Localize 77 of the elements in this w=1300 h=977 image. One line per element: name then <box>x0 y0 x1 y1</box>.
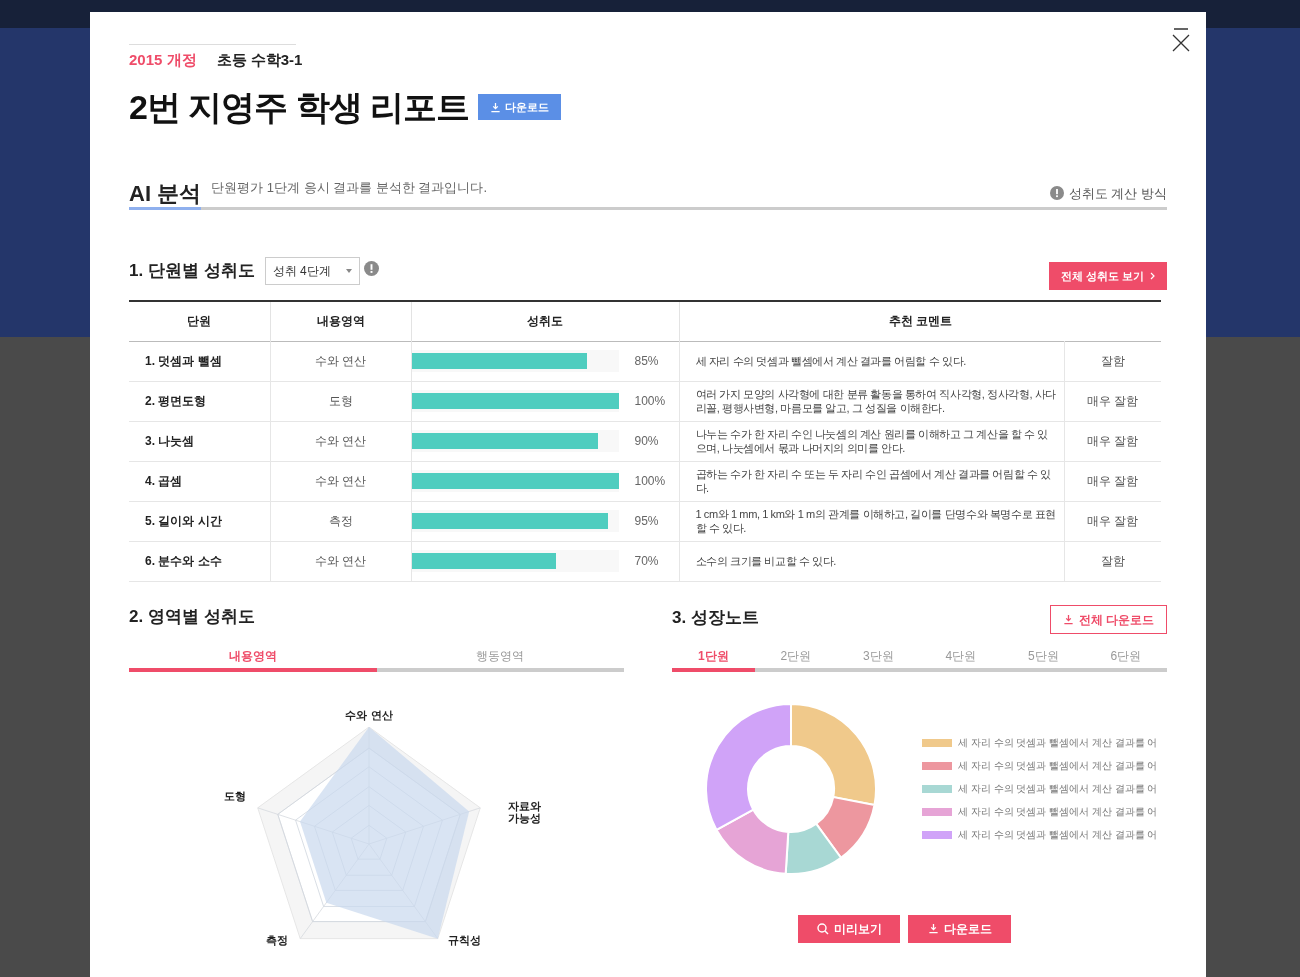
percent-text: 95% <box>634 513 659 530</box>
area-cell: 수와 연산 <box>270 541 411 581</box>
legend-label: 세 자리 수의 덧셈과 뺄셈에서 계산 결과를 어 <box>958 828 1158 842</box>
area-tab[interactable]: 행동영역 <box>376 643 624 672</box>
unit-tab[interactable]: 1단원 <box>672 643 755 672</box>
unit-tab[interactable]: 4단원 <box>919 643 1002 672</box>
percent-text: 100% <box>634 393 666 410</box>
info-icon <box>363 260 379 276</box>
comment-cell: 여러 가지 모양의 사각형에 대한 분류 활동을 통하여 직사각형, 정사각형, 사다리꼴, 평행사변형, 마름모를 알고, 그 성질을 이해한다. <box>679 381 1064 421</box>
report-title: 2번 지영주 학생 리포트 <box>129 86 470 128</box>
grade-cell: 잘함 <box>1064 341 1161 381</box>
percent-text: 85% <box>634 353 659 370</box>
method-link[interactable]: 성취도 계산 방식 <box>1049 183 1167 203</box>
area-tab[interactable]: 내용영역 <box>129 643 377 672</box>
unit-cell: 1. 덧셈과 뺄셈 <box>129 341 270 381</box>
area-cell: 수와 연산 <box>270 421 411 461</box>
unit-cell: 5. 길이와 시간 <box>129 501 270 541</box>
column-header: 성취도 <box>411 301 679 341</box>
radar-axis-label: 수와 연산 <box>345 708 393 721</box>
legend-label: 세 자리 수의 덧셈과 뺄셈에서 계산 결과를 어 <box>958 736 1158 750</box>
unit-tab[interactable]: 2단원 <box>754 643 837 672</box>
unit-tab[interactable]: 5단원 <box>1002 643 1085 672</box>
grade-cell: 매우 잘함 <box>1064 381 1161 421</box>
unit-cell: 6. 분수와 소수 <box>129 541 270 581</box>
unit-tab[interactable]: 6단원 <box>1084 643 1167 672</box>
download-icon <box>927 923 939 934</box>
view-all-button[interactable]: 전체 성취도 보기 <box>1048 262 1167 290</box>
close-icon <box>1172 28 1190 52</box>
unit-cell: 4. 곱셈 <box>129 461 270 501</box>
radar-axis-label: 규칙성 <box>447 934 481 947</box>
caret-icon <box>345 269 352 273</box>
stage-select[interactable]: 성취 4단계 <box>264 257 360 285</box>
download-icon <box>490 101 502 113</box>
legend-label: 세 자리 수의 덧셈과 뺄셈에서 계산 결과를 어 <box>958 759 1158 773</box>
grade-cell: 잘함 <box>1064 541 1161 581</box>
radar-axis-label: 도형 <box>223 790 246 803</box>
column-header: 추천 코멘트 <box>679 301 1161 341</box>
chevron-right-icon <box>1150 272 1155 280</box>
search-icon <box>816 922 829 935</box>
subject-label: 초등 수학3-1 <box>216 50 303 70</box>
download-button[interactable]: 다운로드 <box>478 94 562 120</box>
area-cell: 측정 <box>270 501 411 541</box>
unit-cell: 3. 나눗셈 <box>129 421 270 461</box>
download-button[interactable]: 다운로드 <box>908 914 1011 943</box>
info-icon <box>1049 186 1064 201</box>
comment-cell: 소수의 크기를 비교할 수 있다. <box>679 541 1064 581</box>
comment-cell: 곱하는 수가 한 자리 수 또는 두 자리 수인 곱셈에서 계산 결과를 어림할 수 있다. <box>679 461 1064 501</box>
column-header: 단원 <box>129 301 270 341</box>
area-cell: 수와 연산 <box>270 461 411 501</box>
area-cell: 수와 연산 <box>270 341 411 381</box>
percent-text: 70% <box>634 553 659 570</box>
percent-text: 100% <box>634 473 666 490</box>
download-icon <box>1062 614 1074 625</box>
radar-axis-label: 측정 <box>266 934 289 947</box>
preview-button[interactable]: 미리보기 <box>798 914 900 943</box>
area-cell: 도형 <box>270 381 411 421</box>
close-button[interactable] <box>1170 28 1192 52</box>
section-description: 단원평가 1단계 응시 결과를 분석한 결과입니다. <box>211 178 488 197</box>
section-title: AI 분석 <box>129 181 202 210</box>
grade-cell: 매우 잘함 <box>1064 461 1161 501</box>
grade-cell: 매우 잘함 <box>1064 421 1161 461</box>
section-heading: 3. 성장노트 <box>672 606 759 629</box>
percent-text: 90% <box>634 433 659 450</box>
radar-axis-label: 자료와 가능성 <box>506 800 542 825</box>
legend-label: 세 자리 수의 덧셈과 뺄셈에서 계산 결과를 어 <box>958 805 1158 819</box>
edition-label: 2015 개정 <box>129 50 197 70</box>
download-all-button[interactable]: 전체 다운로드 <box>1049 605 1167 634</box>
unit-cell: 2. 평면도형 <box>129 381 270 421</box>
column-header: 내용영역 <box>270 301 411 341</box>
section-heading: 2. 영역별 성취도 <box>129 605 256 628</box>
unit-tab[interactable]: 3단원 <box>837 643 920 672</box>
comment-cell: 세 자리 수의 덧셈과 뺄셈에서 계산 결과를 어림할 수 있다. <box>679 341 1064 381</box>
section-heading: 1. 단원별 성취도 <box>129 260 255 283</box>
grade-cell: 매우 잘함 <box>1064 501 1161 541</box>
comment-cell: 나누는 수가 한 자리 수인 나눗셈의 계산 원리를 이해하고 그 계산을 할 수 있으며, 나눗셈에서 몫과 나머지의 의미를 안다. <box>679 421 1064 461</box>
legend-label: 세 자리 수의 덧셈과 뺄셈에서 계산 결과를 어 <box>958 782 1158 796</box>
comment-cell: 1 cm와 1 mm, 1 km와 1 m의 관계를 이해하고, 길이를 단명수와 복명수로 표현할 수 있다. <box>679 501 1064 541</box>
